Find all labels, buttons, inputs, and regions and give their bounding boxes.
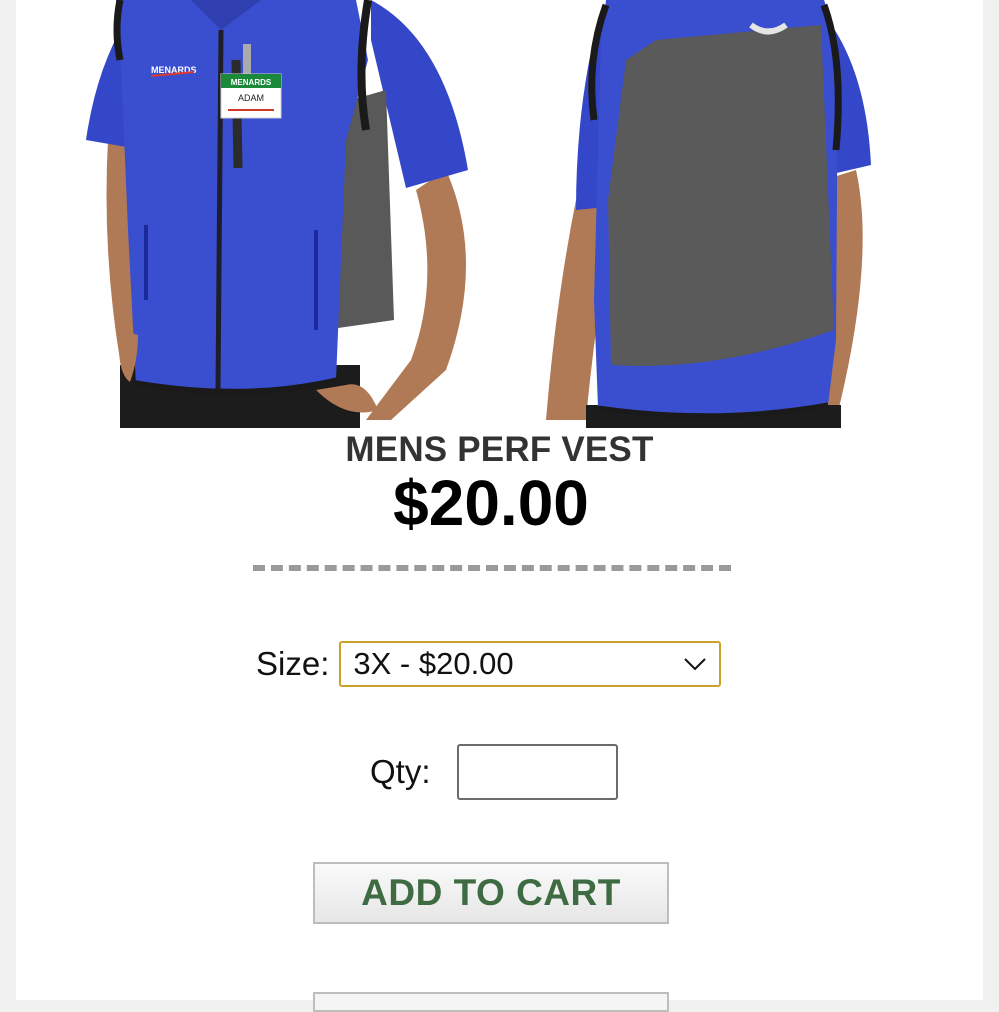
product-price: $20.00 [393,467,589,539]
secondary-button[interactable] [313,992,669,1012]
chevron-down-icon [684,658,707,671]
vest-back-view [546,0,871,428]
product-title: MENS PERF VEST [345,430,654,469]
vest-front-view: MENARDS MENARDS ADAM [86,0,468,428]
size-select[interactable]: 3X - $20.00 [339,641,722,687]
badge-brand: MENARDS [231,78,272,87]
qty-input[interactable] [456,744,618,800]
badge-name: ADAM [238,93,264,103]
product-page: MENARDS MENARDS ADAM MENS PERF VEST $20.… [16,0,983,1012]
qty-row: Qty: [370,744,618,800]
product-image: MENARDS MENARDS ADAM [16,0,983,428]
qty-label: Qty: [370,753,431,790]
size-row: Size: 3X - $20.00 [256,638,722,690]
size-selected-value: 3X - $20.00 [353,646,514,681]
size-label: Size: [256,645,330,682]
add-to-cart-button[interactable]: ADD TO CART [313,862,669,924]
section-divider [253,565,731,571]
